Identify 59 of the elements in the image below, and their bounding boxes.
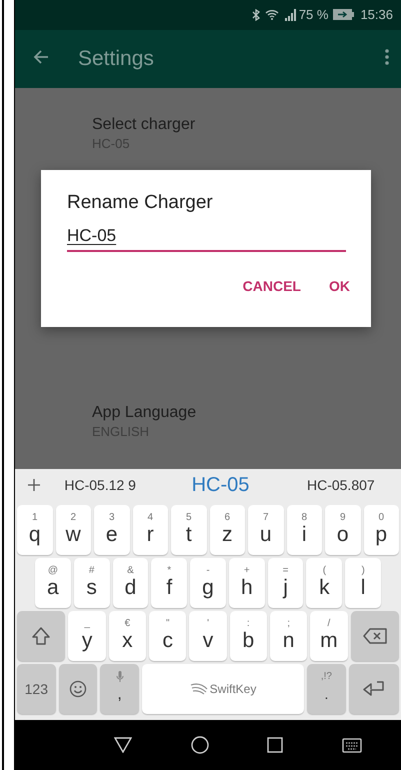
battery-percent: 75 % [298, 7, 328, 22]
letter-key[interactable]: _ y [68, 610, 106, 661]
letter-key[interactable]: + h [228, 558, 265, 608]
shift-icon [31, 626, 52, 646]
microphone-icon [116, 670, 124, 683]
letter-key[interactable]: @ a [35, 558, 71, 608]
letter-key[interactable]: 8 i [286, 504, 322, 555]
screen-title: Settings [78, 46, 155, 71]
letter-key[interactable]: 2 w [56, 504, 91, 555]
letter-key[interactable]: ' v [189, 610, 227, 661]
letter-key[interactable]: 9 o [325, 504, 360, 555]
ok-button[interactable]: OK [319, 270, 360, 302]
shift-key[interactable] [17, 610, 66, 661]
letter-key[interactable]: & d [112, 558, 148, 608]
word-suggestion[interactable]: HC-05 [160, 474, 281, 497]
letter-key[interactable]: € x [108, 610, 146, 661]
keyboard-icon[interactable] [342, 738, 362, 753]
enter-icon [362, 680, 385, 697]
word-suggestion[interactable]: HC-05.12 9 [40, 477, 160, 494]
emoji-key[interactable] [58, 664, 98, 714]
letter-key[interactable]: 5 t [171, 504, 206, 555]
letter-key[interactable]: ; n [270, 610, 308, 661]
back-icon[interactable] [114, 737, 132, 754]
symbols-key[interactable]: 123 [17, 664, 56, 714]
letter-key[interactable]: ( k [306, 558, 342, 608]
word-suggestion[interactable]: HC-05.807 [280, 477, 401, 494]
backspace-key[interactable] [350, 610, 400, 661]
name-input-field[interactable]: HC-05 [67, 226, 346, 252]
letter-key[interactable]: : b [230, 610, 267, 661]
backspace-icon [362, 628, 387, 644]
letter-key[interactable]: - g [190, 558, 226, 608]
battery-icon [333, 9, 356, 20]
letter-key[interactable]: 1 q [17, 504, 52, 555]
letter-key[interactable]: 4 r [132, 504, 168, 555]
logo-icon [190, 682, 208, 695]
add-icon[interactable] [28, 479, 40, 492]
letter-key[interactable]: 7 u [248, 504, 284, 555]
smiley-icon [68, 680, 87, 698]
letter-key[interactable]: * f [151, 558, 188, 608]
clock: 15:36 [360, 7, 393, 22]
letter-key[interactable]: # s [74, 558, 110, 608]
dialog-title: Rename Charger [67, 192, 214, 214]
bluetooth-icon [252, 8, 260, 21]
letter-key[interactable]: 0 p [364, 504, 399, 555]
recent-apps-icon[interactable] [267, 737, 284, 754]
signal-icon [284, 8, 298, 21]
period-key[interactable]: ,!? . [307, 664, 346, 714]
enter-key[interactable] [348, 664, 399, 714]
letter-key[interactable]: / m [310, 610, 348, 661]
space-bar[interactable]: SwiftKey [142, 664, 304, 714]
cancel-button[interactable]: CANCEL [232, 270, 311, 302]
letter-key[interactable]: = j [268, 558, 304, 608]
letter-key[interactable]: 3 e [94, 504, 130, 555]
home-icon[interactable] [190, 736, 209, 754]
comma-key[interactable]: , [100, 664, 139, 714]
letter-key[interactable]: 6 z [210, 504, 245, 555]
letter-key[interactable]: ) l [345, 558, 382, 608]
wifi-icon [264, 9, 279, 20]
letter-key[interactable]: " c [149, 610, 186, 661]
